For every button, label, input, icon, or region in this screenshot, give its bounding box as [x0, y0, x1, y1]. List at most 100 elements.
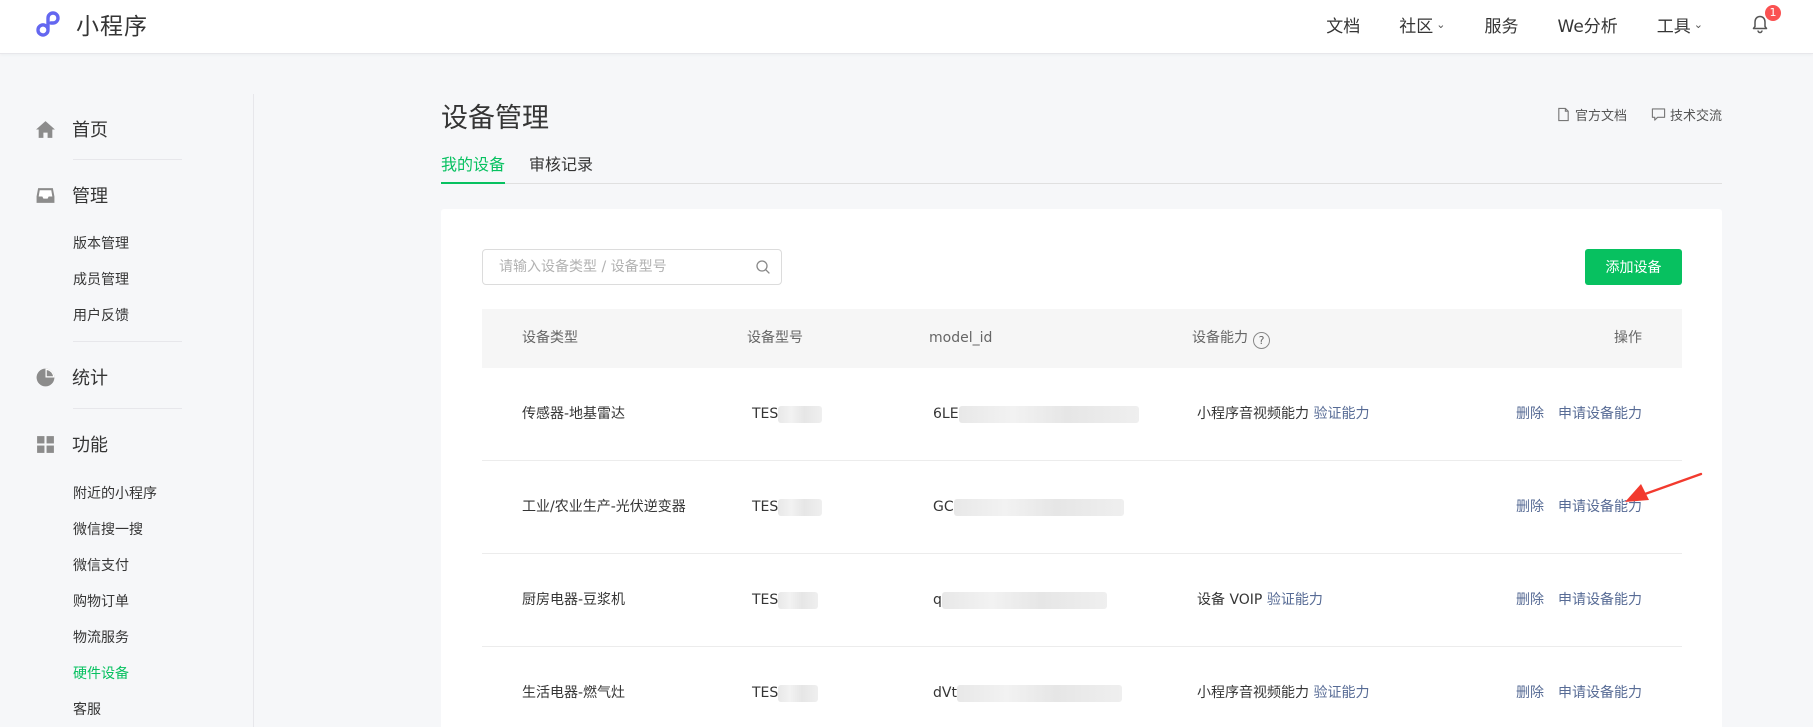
- sidebar-item-version-management[interactable]: 版本管理: [73, 233, 129, 253]
- delete-link[interactable]: 删除: [1516, 406, 1544, 422]
- model-id-text: q: [933, 592, 942, 608]
- redacted-text: [778, 405, 823, 423]
- pie-chart-icon: [34, 366, 56, 388]
- help-icon[interactable]: ?: [1253, 332, 1270, 349]
- official-docs-label: 官方文档: [1574, 109, 1627, 124]
- cell-device-model: TES: [752, 368, 823, 461]
- sidebar-item-manage[interactable]: 管理: [34, 182, 182, 208]
- delete-link[interactable]: 删除: [1516, 592, 1544, 608]
- sidebar-item-label: 功能: [72, 435, 108, 456]
- chevron-down-icon: ⌄: [1693, 17, 1703, 31]
- table-row: 传感器-地基雷达 TES 6LE 小程序音视频能力 验证能力 删除 申请设备能力: [482, 368, 1682, 461]
- cell-operations: 删除 申请设备能力: [1516, 647, 1642, 727]
- verify-ability-link[interactable]: 验证能力: [1313, 685, 1369, 701]
- model-id-text: dVt: [933, 685, 957, 701]
- search-box: [482, 249, 782, 285]
- tech-exchange-label: 技术交流: [1669, 109, 1722, 124]
- cell-model-id: dVt: [933, 647, 1122, 727]
- device-table: 设备类型 设备型号 model_id 设备能力? 操作 传感器-地基雷达 TES…: [482, 309, 1682, 727]
- model-text: TES: [752, 499, 779, 515]
- sidebar-item-wechat-pay[interactable]: 微信支付: [73, 555, 129, 575]
- mini-program-logo-icon: [36, 11, 60, 37]
- cell-operations: 删除 申请设备能力: [1516, 554, 1642, 647]
- top-bar: 小程序 文档 社区 ⌄ 服务 We分析 工具 ⌄ 1: [0, 0, 1813, 54]
- home-icon: [34, 118, 56, 140]
- sidebar-item-hardware-devices[interactable]: 硬件设备: [73, 663, 129, 683]
- redacted-text: [941, 591, 1107, 609]
- sidebar-item-wechat-search[interactable]: 微信搜一搜: [73, 519, 143, 539]
- nav-tools[interactable]: 工具 ⌄: [1657, 12, 1703, 37]
- cell-device-ability: 小程序音视频能力 验证能力: [1197, 368, 1369, 461]
- divider: [73, 408, 182, 409]
- divider: [73, 341, 182, 342]
- chat-icon: [1651, 108, 1666, 121]
- notifications-button[interactable]: 1: [1747, 5, 1781, 37]
- nav-docs-label: 文档: [1326, 16, 1361, 37]
- search-icon[interactable]: [755, 259, 771, 275]
- sidebar-item-customer-service[interactable]: 客服: [73, 699, 101, 719]
- sidebar-item-label: 首页: [72, 120, 108, 141]
- redacted-text: [778, 591, 819, 609]
- logo-text: 小程序: [76, 14, 148, 40]
- apply-ability-link[interactable]: 申请设备能力: [1558, 685, 1642, 701]
- cell-model-id: 6LE: [933, 368, 1139, 461]
- sidebar-item-features[interactable]: 功能: [34, 431, 182, 457]
- tech-exchange-link[interactable]: 技术交流: [1651, 105, 1722, 124]
- nav-services[interactable]: 服务: [1485, 12, 1519, 37]
- search-input[interactable]: [483, 250, 735, 284]
- sidebar-item-member-management[interactable]: 成员管理: [73, 269, 129, 289]
- column-header-device-ability: 设备能力?: [1192, 309, 1270, 368]
- sidebar-item-statistics[interactable]: 统计: [34, 364, 182, 390]
- logo[interactable]: 小程序: [36, 6, 148, 42]
- sidebar-item-user-feedback[interactable]: 用户反馈: [73, 305, 129, 325]
- tab-bar: 我的设备 审核记录: [441, 152, 1722, 184]
- verify-ability-link[interactable]: 验证能力: [1267, 592, 1323, 608]
- cell-device-model: TES: [752, 647, 819, 727]
- table-header: 设备类型 设备型号 model_id 设备能力? 操作: [482, 309, 1682, 368]
- divider: [73, 159, 182, 160]
- nav-we-analytics[interactable]: We分析: [1558, 12, 1618, 37]
- add-device-button[interactable]: 添加设备: [1585, 249, 1682, 285]
- apply-ability-link[interactable]: 申请设备能力: [1558, 406, 1642, 422]
- ability-text: 小程序音视频能力: [1197, 685, 1309, 701]
- official-docs-link[interactable]: 官方文档: [1556, 105, 1627, 124]
- sidebar-item-label: 统计: [72, 368, 108, 389]
- sidebar-item-shopping-orders[interactable]: 购物订单: [73, 591, 129, 611]
- redacted-text: [778, 498, 823, 516]
- ability-text: 设备 VOIP: [1197, 592, 1263, 608]
- delete-link[interactable]: 删除: [1516, 685, 1544, 701]
- sidebar-item-label: 管理: [72, 186, 108, 207]
- model-id-text: GC: [933, 499, 954, 515]
- chevron-down-icon: ⌄: [1436, 17, 1446, 31]
- nav-services-label: 服务: [1484, 16, 1519, 37]
- redacted-text: [953, 498, 1124, 516]
- cell-device-type: 生活电器-燃气灶: [522, 685, 626, 701]
- cell-device-ability: 设备 VOIP 验证能力: [1197, 554, 1323, 647]
- tab-review-records[interactable]: 审核记录: [529, 152, 593, 184]
- redacted-text: [778, 684, 819, 702]
- cell-device-type: 传感器-地基雷达: [522, 406, 626, 422]
- sidebar-item-home[interactable]: 首页: [34, 116, 182, 142]
- sidebar-item-nearby-mini-programs[interactable]: 附近的小程序: [73, 483, 157, 503]
- model-text: TES: [752, 685, 779, 701]
- nav-docs[interactable]: 文档: [1326, 12, 1360, 37]
- verify-ability-link[interactable]: 验证能力: [1313, 406, 1369, 422]
- cell-model-id: q: [933, 554, 1107, 647]
- page-title: 设备管理: [441, 103, 549, 134]
- nav-community[interactable]: 社区 ⌄: [1399, 12, 1445, 37]
- table-row: 工业/农业生产-光伏逆变器 TES GC 删除 申请设备能力: [482, 461, 1682, 554]
- page-links: 官方文档 技术交流: [1532, 105, 1722, 124]
- sidebar-item-logistics[interactable]: 物流服务: [73, 627, 129, 647]
- document-icon: [1558, 107, 1569, 122]
- apply-ability-link[interactable]: 申请设备能力: [1558, 592, 1642, 608]
- cell-device-model: TES: [752, 554, 819, 647]
- nav-community-label: 社区: [1399, 16, 1434, 37]
- delete-link[interactable]: 删除: [1516, 499, 1544, 515]
- cell-device-type: 厨房电器-豆浆机: [522, 592, 626, 608]
- column-header-operations: 操作: [1614, 330, 1642, 346]
- column-header-model-id: model_id: [929, 330, 993, 346]
- tab-my-devices[interactable]: 我的设备: [441, 152, 506, 184]
- nav-tools-label: 工具: [1656, 16, 1691, 37]
- redacted-text: [958, 405, 1139, 423]
- grid-icon: [34, 433, 56, 455]
